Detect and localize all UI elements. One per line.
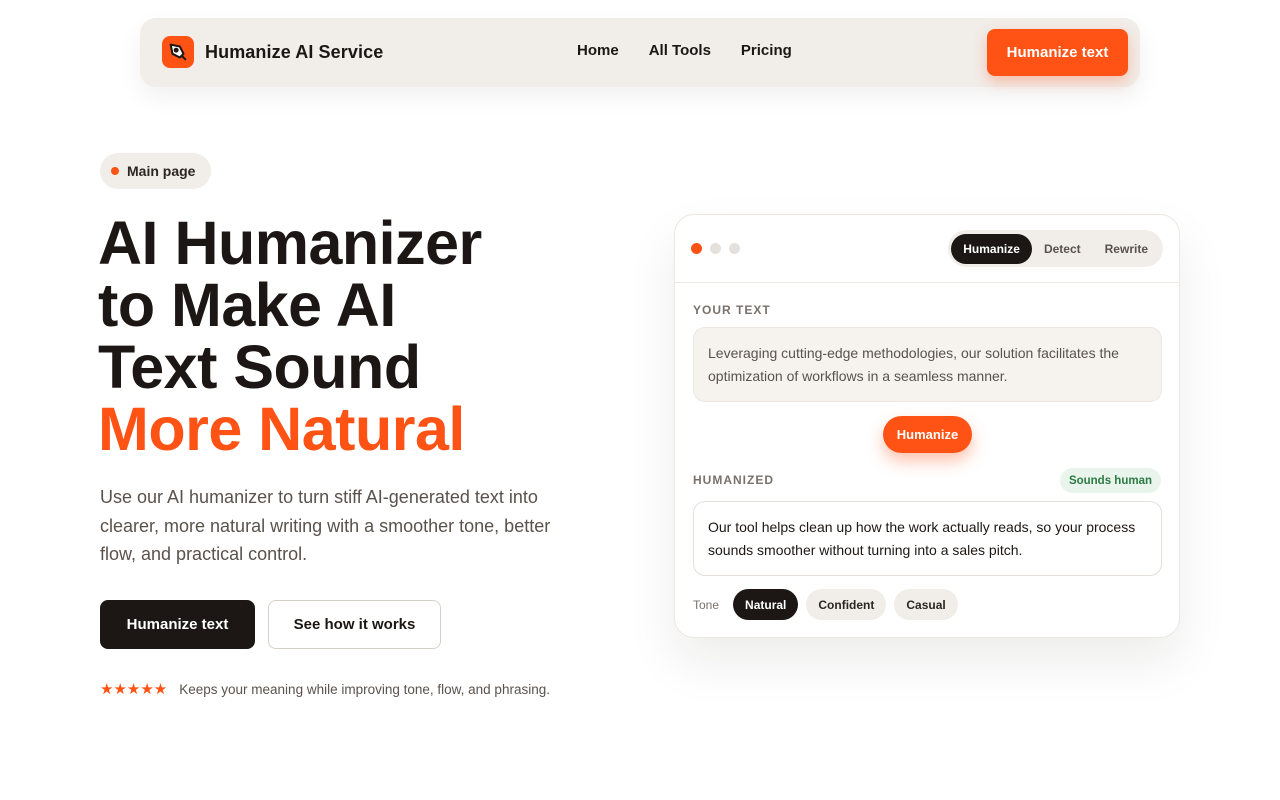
input-text-field[interactable]: Leveraging cutting-edge methodologies, o… [693,327,1162,402]
hero-headline: AI Humanizer to Make AI Text Sound More … [98,212,482,460]
tone-label: Tone [693,597,720,612]
top-navbar: Humanize AI Service Home All Tools Prici… [140,18,1140,87]
nav-link-home[interactable]: Home [577,42,619,59]
brand-name[interactable]: Humanize AI Service [205,42,383,63]
window-dots [691,243,740,254]
window-dot-icon [729,243,740,254]
headline-line: AI Humanizer [98,209,482,277]
output-text-field[interactable]: Our tool helps clean up how the work act… [693,501,1162,576]
rating-text: Keeps your meaning while improving tone,… [179,681,550,697]
tab-rewrite[interactable]: Rewrite [1093,234,1160,264]
nav-humanize-button[interactable]: Humanize text [987,29,1128,76]
badge-dot [111,167,119,175]
headline-line: to Make AI [98,271,396,339]
headline-line: Text Sound [98,333,421,401]
tab-detect[interactable]: Detect [1032,234,1093,264]
pen-nib-icon[interactable] [162,36,194,68]
tone-chip-natural[interactable]: Natural [733,589,799,620]
star-rating-icon: ★★★★★ [100,681,168,698]
humanizer-demo-card: Humanize Detect Rewrite YOUR TEXT Levera… [674,214,1180,638]
input-label: YOUR TEXT [693,303,771,317]
see-how-it-works-button[interactable]: See how it works [268,600,441,649]
output-label: HUMANIZED [693,473,774,487]
tone-chip-casual[interactable]: Casual [894,589,958,620]
window-dot-icon [710,243,721,254]
status-badge: Sounds human [1059,468,1161,493]
humanize-text-button[interactable]: Humanize text [100,600,255,649]
window-dot-icon [691,243,702,254]
card-divider [675,282,1179,283]
nav-link-all-tools[interactable]: All Tools [649,42,711,59]
mode-tabs: Humanize Detect Rewrite [948,230,1163,267]
hero-description: Use our AI humanizer to turn stiff AI-ge… [100,487,551,564]
rating-row: ★★★★★ Keeps your meaning while improving… [100,680,550,698]
badge-label: Main page [127,163,196,179]
nav-link-pricing[interactable]: Pricing [741,42,792,59]
card-humanize-button[interactable]: Humanize [883,416,972,453]
tone-chip-confident[interactable]: Confident [806,589,887,620]
tone-selector: Tone Natural Confident Casual [693,589,958,620]
headline-accent: More Natural [98,395,465,463]
page-badge: Main page [100,153,212,189]
tab-humanize[interactable]: Humanize [951,233,1032,264]
nav-links: Home All Tools Pricing [577,42,822,59]
